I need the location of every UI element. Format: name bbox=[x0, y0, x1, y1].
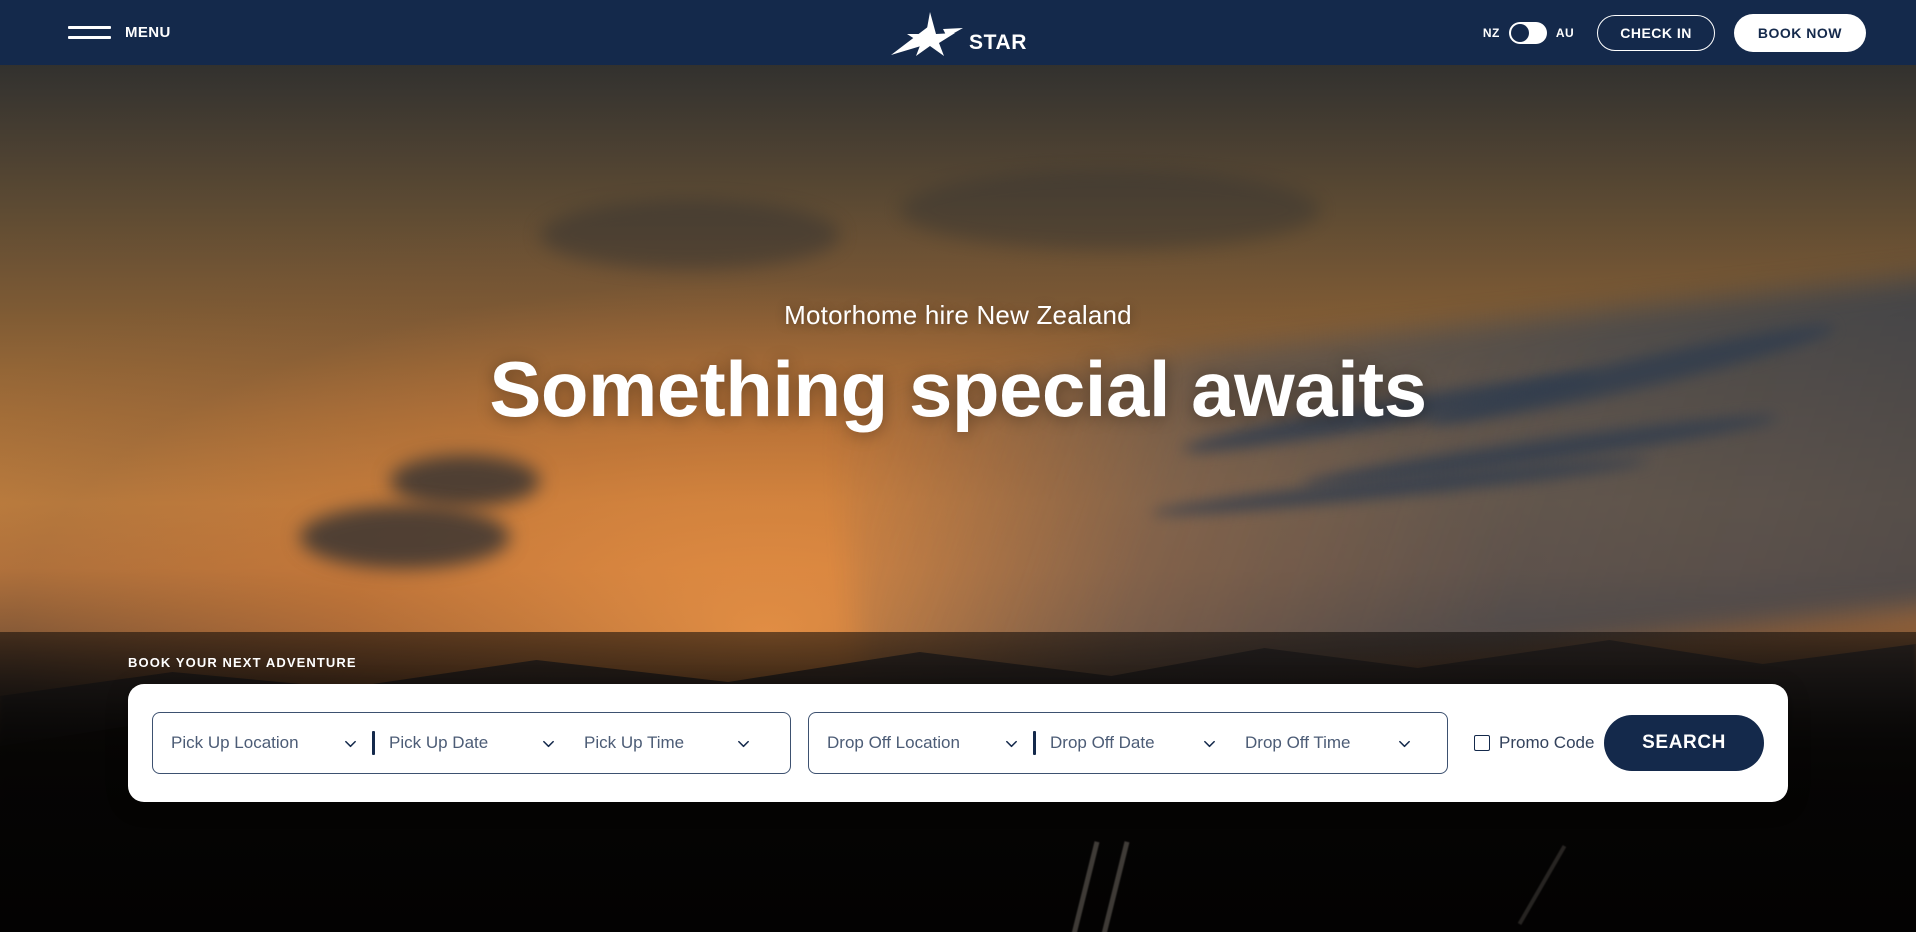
locale-label-nz: NZ bbox=[1482, 25, 1500, 40]
star-logo-icon bbox=[890, 11, 963, 56]
toggle-knob bbox=[1510, 23, 1529, 42]
pickup-field-group: Pick Up Location Pick Up Date Pick Up Ti… bbox=[152, 712, 791, 774]
chevron-down-icon bbox=[736, 736, 751, 751]
dropoff-time-select[interactable]: Drop Off Time bbox=[1231, 713, 1426, 773]
hero-title: Something special awaits bbox=[489, 345, 1427, 433]
locale-toggle-switch[interactable] bbox=[1508, 21, 1547, 44]
search-button[interactable]: SEARCH bbox=[1604, 715, 1764, 771]
booking-section-label: BOOK YOUR NEXT ADVENTURE bbox=[128, 655, 357, 670]
cloud-puff bbox=[900, 170, 1320, 250]
pickup-time-value: Pick Up Time bbox=[584, 733, 685, 752]
check-in-button[interactable]: CHECK IN bbox=[1597, 14, 1715, 51]
dropoff-field-group: Drop Off Location Drop Off Date Drop Off… bbox=[808, 712, 1448, 774]
cloud-puff bbox=[540, 200, 840, 270]
menu-button-label: MENU bbox=[125, 24, 171, 41]
hero-copy: Motorhome hire New Zealand Something spe… bbox=[0, 300, 1916, 431]
locale-label-au: AU bbox=[1555, 25, 1575, 40]
search-card: Pick Up Location Pick Up Date Pick Up Ti… bbox=[128, 684, 1788, 802]
dropoff-location-value: Drop Off Location bbox=[827, 733, 960, 752]
promo-code-label: Promo Code bbox=[1499, 733, 1595, 752]
chevron-down-icon bbox=[1004, 736, 1019, 751]
chevron-down-icon bbox=[1202, 736, 1217, 751]
pickup-time-select[interactable]: Pick Up Time bbox=[570, 713, 765, 773]
header-actions: NZ AU CHECK IN BOOK NOW bbox=[1483, 0, 1866, 65]
promo-code-checkbox[interactable] bbox=[1474, 735, 1490, 751]
promo-code-toggle[interactable]: Promo Code bbox=[1474, 733, 1594, 753]
dropoff-time-value: Drop Off Time bbox=[1245, 733, 1351, 752]
chevron-down-icon bbox=[541, 736, 556, 751]
chevron-down-icon bbox=[1397, 736, 1412, 751]
site-logo[interactable]: STAR bbox=[889, 10, 1027, 56]
pickup-location-select[interactable]: Pick Up Location bbox=[157, 713, 372, 773]
booking-widget: BOOK YOUR NEXT ADVENTURE Pick Up Locatio… bbox=[128, 655, 1788, 802]
pickup-date-select[interactable]: Pick Up Date bbox=[375, 713, 570, 773]
menu-button[interactable]: MENU bbox=[68, 24, 171, 41]
locale-toggle-group[interactable]: NZ AU bbox=[1482, 21, 1575, 44]
dropoff-date-value: Drop Off Date bbox=[1050, 733, 1155, 752]
logo-wordmark: STAR bbox=[968, 30, 1028, 54]
hero-subtitle: Motorhome hire New Zealand bbox=[784, 300, 1132, 330]
site-header: MENU STAR NZ AU CHECK IN BOOK NOW bbox=[0, 0, 1916, 65]
pickup-date-value: Pick Up Date bbox=[389, 733, 489, 752]
pickup-location-value: Pick Up Location bbox=[171, 733, 299, 752]
book-now-button[interactable]: BOOK NOW bbox=[1733, 13, 1866, 52]
dropoff-location-select[interactable]: Drop Off Location bbox=[813, 713, 1033, 773]
hamburger-icon bbox=[68, 26, 111, 39]
page-root: MENU STAR NZ AU CHECK IN BOOK NOW Motorh… bbox=[0, 0, 1916, 932]
dropoff-date-select[interactable]: Drop Off Date bbox=[1036, 713, 1231, 773]
chevron-down-icon bbox=[343, 736, 358, 751]
cloud-puff bbox=[390, 455, 540, 507]
